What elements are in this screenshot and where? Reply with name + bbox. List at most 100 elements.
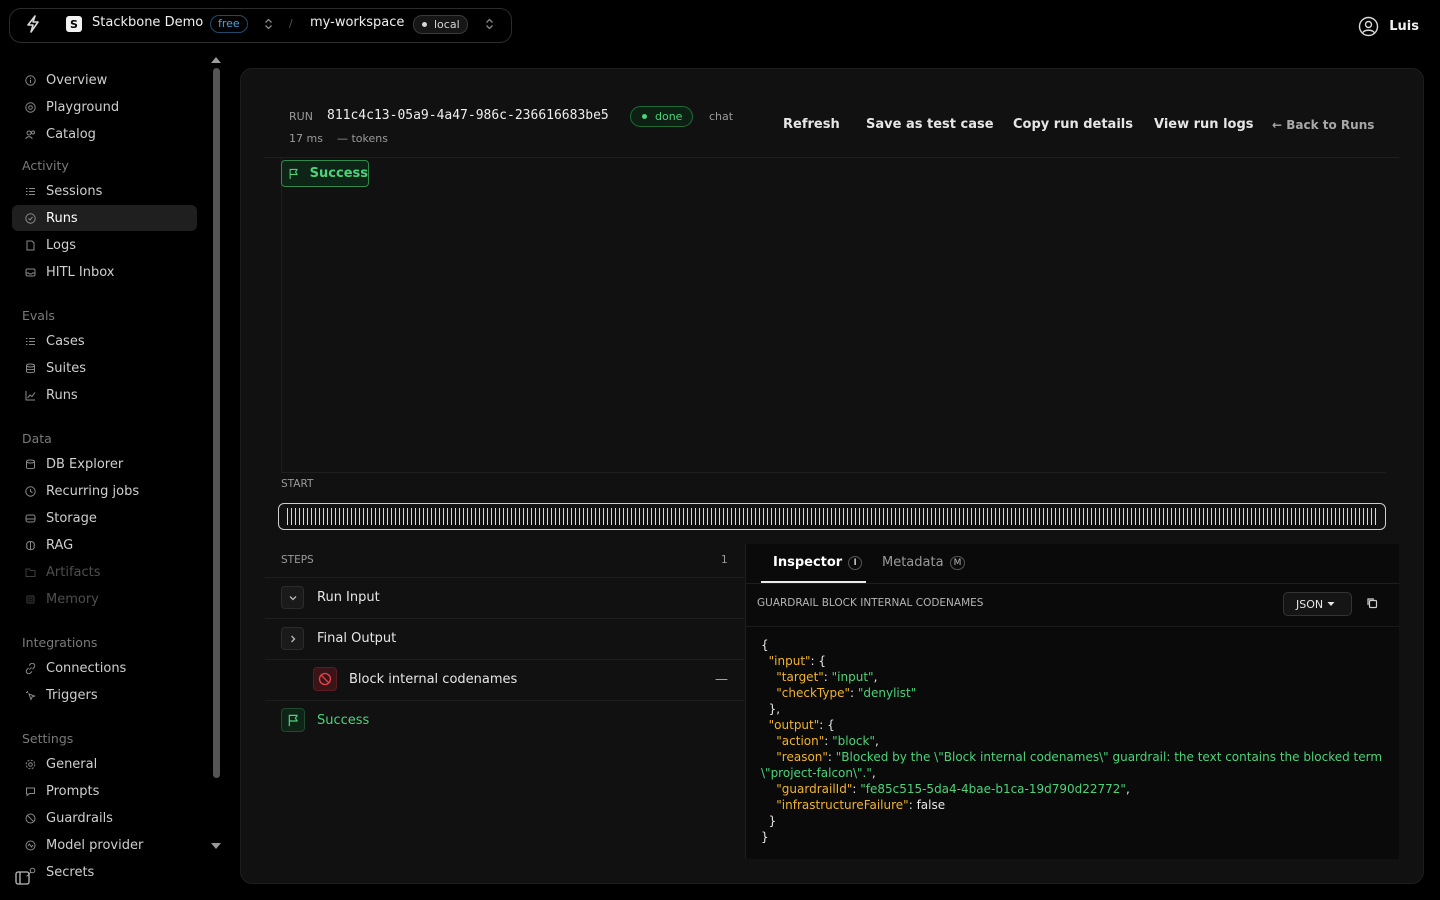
sidebar-item-connections[interactable]: Connections [12, 655, 197, 681]
sidebar-item-storage[interactable]: Storage [12, 505, 197, 531]
json-string: "Blocked by the \"Block internal codenam… [761, 750, 1386, 780]
sidebar-item-db-explorer[interactable]: DB Explorer [12, 451, 197, 477]
sidebar-item-label: Cases [46, 333, 85, 349]
sidebar-item-triggers[interactable]: Triggers [12, 682, 197, 708]
user-menu[interactable]: Luis [1358, 16, 1419, 37]
sidebar-item-secrets[interactable]: Secrets [12, 859, 197, 885]
sidebar-item-logs[interactable]: Logs [12, 232, 197, 258]
sidebar-item-model-provider[interactable]: Model provider [12, 832, 197, 858]
scroll-up-arrow-icon[interactable] [211, 57, 221, 63]
sidebar-item-label: Secrets [46, 864, 95, 880]
run-kind: chat [709, 110, 734, 123]
sidebar-item-guardrails[interactable]: Guardrails [12, 805, 197, 831]
sidebar-item-general[interactable]: General [12, 751, 197, 777]
sidebar-item-label: Playground [46, 99, 120, 115]
copy-run-details-button[interactable]: Copy run details [1013, 117, 1133, 132]
shortcut-badge: M [949, 555, 966, 570]
model-icon [25, 840, 36, 850]
sidebar-item-label: Overview [46, 72, 108, 88]
flag-icon [281, 708, 305, 732]
sidebar-item-prompts[interactable]: Prompts [12, 778, 197, 804]
json-boolean: false [916, 798, 946, 812]
view-run-logs-button[interactable]: View run logs [1154, 117, 1254, 132]
workspace-name[interactable]: my-workspace [310, 15, 404, 30]
run-tokens: — tokens [337, 132, 388, 145]
sidebar-item-artifacts: Artifacts [12, 559, 197, 585]
clock-icon [25, 485, 36, 497]
json-key: "guardrailId" [776, 782, 853, 796]
sidebar-item-label: Suites [46, 360, 86, 376]
sidebar-item-hitl-inbox[interactable]: HITL Inbox [12, 259, 197, 285]
sidebar-collapse-icon[interactable] [15, 871, 30, 885]
list-icon [26, 337, 35, 345]
sidebar-item-label: Catalog [46, 126, 96, 142]
database-icon [26, 459, 35, 469]
json-string: "fe85c515-5da4-4bae-b1ca-19d790d22772" [860, 782, 1126, 796]
chevron-updown-icon[interactable] [264, 18, 273, 30]
chevron-down-icon[interactable] [281, 586, 304, 609]
sidebar-item-runs[interactable]: Runs [12, 205, 197, 231]
step-row-final-output[interactable]: Final Output [265, 618, 744, 659]
divider [745, 583, 1399, 584]
sidebar: Overview Playground Catalog Activity Session… [0, 60, 222, 880]
step-label: Run Input [317, 590, 380, 605]
user-name: Luis [1389, 19, 1419, 34]
tab-label: Inspector [773, 555, 843, 570]
json-key: "input" [768, 654, 811, 668]
step-duration: — [715, 672, 728, 687]
tab-inspector[interactable]: Inspector I [773, 555, 863, 570]
sidebar-group-label: Activity [22, 158, 69, 173]
step-row-success[interactable]: Success [265, 700, 744, 741]
refresh-button[interactable]: Refresh [783, 117, 840, 132]
sidebar-item-cases[interactable]: Cases [12, 328, 197, 354]
json-key: "infrastructureFailure" [776, 798, 909, 812]
json-viewer[interactable]: { "input": { "target": "input", "checkTy… [761, 637, 1391, 845]
ban-icon [25, 813, 36, 823]
json-key: "target" [776, 670, 824, 684]
sidebar-scrollbar[interactable] [213, 68, 220, 778]
json-key: "output" [768, 718, 820, 732]
sidebar-item-label: Runs [46, 210, 78, 226]
scroll-down-arrow-icon[interactable] [211, 843, 221, 849]
chat-icon [26, 787, 35, 797]
sidebar-item-memory: Memory [12, 586, 197, 612]
sidebar-item-suites[interactable]: Suites [12, 355, 197, 381]
sidebar-item-label: Guardrails [46, 810, 113, 826]
back-to-runs-link[interactable]: ← Back to Runs [1272, 118, 1374, 132]
link-icon [25, 662, 36, 674]
sidebar-item-label: Triggers [46, 687, 98, 703]
save-test-case-button[interactable]: Save as test case [866, 117, 994, 132]
sidebar-item-runs[interactable]: Runs [12, 382, 197, 408]
json-string: "block" [832, 734, 875, 748]
inbox-icon [25, 268, 36, 276]
sidebar-item-playground[interactable]: Playground [12, 94, 197, 120]
sidebar-item-label: Logs [46, 237, 76, 253]
sidebar-item-label: Recurring jobs [46, 483, 140, 499]
status-badge: done [630, 106, 694, 127]
doc-icon [26, 240, 35, 250]
sidebar-item-sessions[interactable]: Sessions [12, 178, 197, 204]
step-row-run-input[interactable]: Run Input [265, 577, 744, 618]
chevron-updown-icon[interactable] [485, 18, 494, 30]
sidebar-item-label: Artifacts [46, 564, 101, 580]
org-name[interactable]: Stackbone Demo [92, 15, 203, 30]
sidebar-item-rag[interactable]: RAG [12, 532, 197, 558]
sidebar-item-recurring-jobs[interactable]: Recurring jobs [12, 478, 197, 504]
sidebar-item-overview[interactable]: Overview [12, 67, 197, 93]
brain-icon [26, 540, 35, 550]
graph-canvas[interactable] [281, 158, 1386, 473]
graph-node-success[interactable]: Success [281, 160, 369, 187]
sidebar-item-catalog[interactable]: Catalog [12, 121, 197, 147]
step-label: Final Output [317, 631, 397, 646]
chevron-right-icon[interactable] [281, 627, 304, 650]
timeline-start-label: START [281, 478, 314, 490]
format-select[interactable]: JSON [1283, 592, 1352, 616]
org-logo: S [66, 16, 82, 32]
timeline-bar[interactable] [278, 503, 1386, 530]
target-icon [25, 101, 36, 113]
tab-metadata[interactable]: Metadata M [882, 555, 966, 570]
folder-icon [25, 568, 36, 577]
sidebar-item-label: Sessions [46, 183, 103, 199]
step-row-block-codenames[interactable]: Block internal codenames — [265, 659, 744, 700]
copy-icon[interactable] [1366, 597, 1378, 609]
